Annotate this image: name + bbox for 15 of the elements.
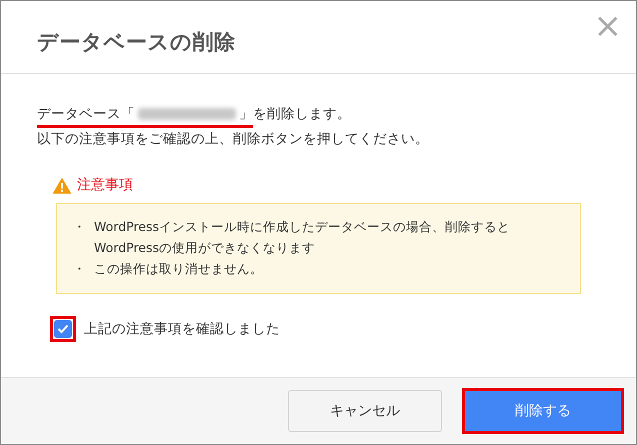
bullet-mark: ・	[73, 218, 86, 236]
bullet-mark: ・	[73, 260, 86, 278]
message-text: を削除します。	[253, 105, 351, 124]
cancel-button[interactable]: キャンセル	[288, 390, 442, 432]
dialog-title: データベースの削除	[37, 29, 236, 56]
warning-text: この操作は取り消せません。	[94, 260, 263, 278]
warning-heading: 注意事項	[77, 176, 133, 195]
check-icon	[57, 324, 69, 334]
warning-text: WordPressインストール時に作成したデータベースの場合、削除すると WordPressの使用ができなくなります	[94, 218, 510, 257]
delete-button[interactable]: 削除する	[462, 388, 624, 434]
checkbox-label[interactable]: 上記の注意事項を確認しました	[84, 318, 280, 340]
message-text: 」	[239, 105, 253, 124]
warning-icon	[53, 178, 71, 194]
instruction-text: 以下の注意事項をご確認の上、削除ボタンを押してください。	[37, 130, 430, 149]
message-text: データベース「	[37, 105, 135, 124]
